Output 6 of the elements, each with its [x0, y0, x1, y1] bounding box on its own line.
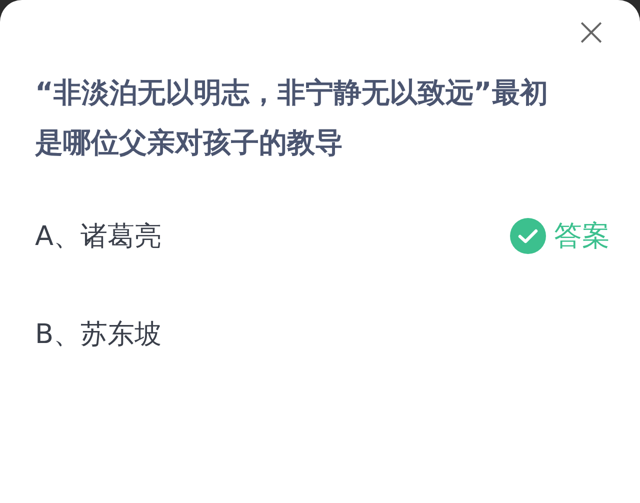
- close-button[interactable]: ×: [570, 12, 612, 52]
- answer-option[interactable]: B、苏东坡: [35, 316, 162, 352]
- answer-label: 答案: [554, 218, 610, 254]
- check-icon: [510, 218, 546, 254]
- question-text: “非淡泊无以明志，非宁静无以致远”最初是哪位父亲对孩子的教导: [35, 75, 549, 161]
- answer-option[interactable]: A、诸葛亮: [35, 218, 162, 254]
